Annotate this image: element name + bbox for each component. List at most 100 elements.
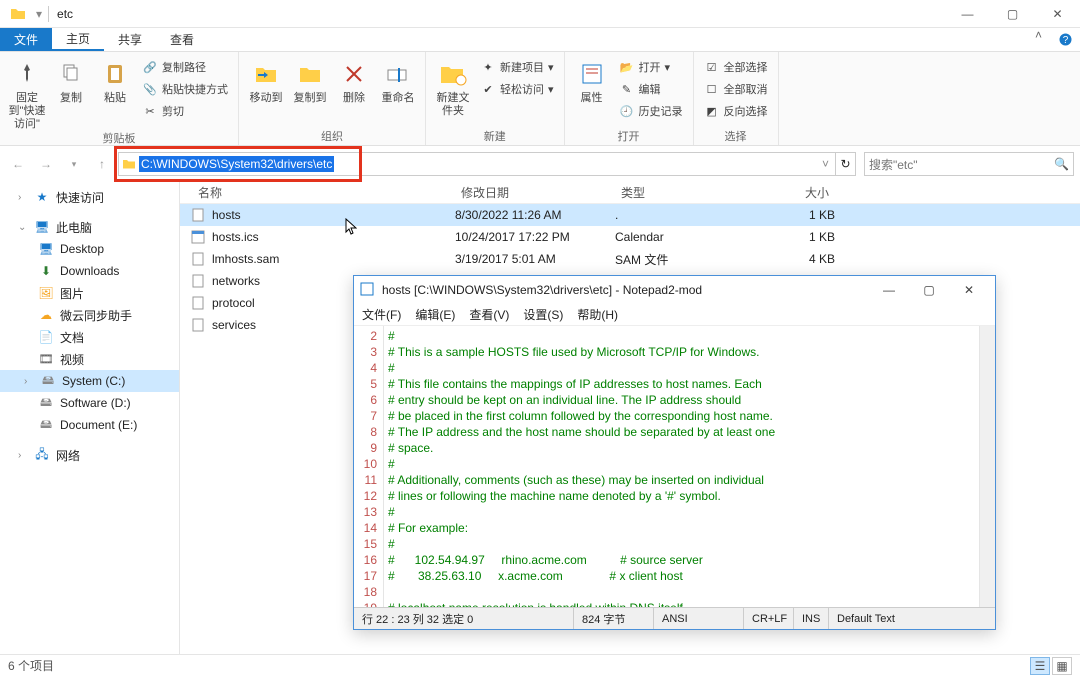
group-new-label: 新建 (432, 129, 558, 145)
up-button[interactable]: ↑ (90, 152, 114, 176)
np-menu-settings[interactable]: 设置(S) (523, 306, 563, 323)
np-close-button[interactable]: ✕ (949, 276, 989, 304)
cloud-icon: ☁ (38, 307, 54, 323)
help-button[interactable]: ? (1050, 28, 1080, 51)
np-maximize-button[interactable]: ▢ (909, 276, 949, 304)
share-tab[interactable]: 共享 (104, 28, 156, 51)
edit-button[interactable]: ✎编辑 (615, 78, 687, 100)
file-icon (190, 251, 206, 267)
notepad-statusbar: 行 22 : 23 列 32 选定 0 824 字节 ANSI CR+LF IN… (354, 607, 995, 629)
notepad-editor[interactable]: 2345678910111213141516171819202122 ## Th… (354, 326, 995, 607)
np-minimize-button[interactable]: — (869, 276, 909, 304)
address-dropdown-icon[interactable]: ˅ (816, 157, 835, 171)
select-none-button[interactable]: ☐全部取消 (700, 78, 772, 100)
file-type: . (615, 208, 755, 222)
expand-icon[interactable]: › (18, 450, 28, 461)
scrollbar[interactable] (979, 326, 995, 607)
delete-button[interactable]: 删除 (333, 54, 375, 105)
ribbon-collapse-icon[interactable]: ˄ (1027, 28, 1050, 51)
paste-shortcut-button[interactable]: 📎粘贴快捷方式 (138, 78, 232, 100)
sidebar-drive-e[interactable]: 🖴Document (E:) (0, 414, 179, 436)
expand-icon[interactable]: ⌄ (18, 222, 28, 233)
view-details-button[interactable]: ☰ (1030, 657, 1050, 675)
col-type[interactable]: 类型 (615, 184, 755, 201)
sidebar-weiyun[interactable]: ☁微云同步助手 (0, 304, 179, 326)
sidebar-pictures[interactable]: 🖼图片 (0, 282, 179, 304)
file-row[interactable]: lmhosts.sam3/19/2017 5:01 AMSAM 文件4 KB (180, 248, 1080, 270)
group-open-label: 打开 (571, 129, 687, 145)
select-all-button[interactable]: ☑全部选择 (700, 56, 772, 78)
address-bar[interactable]: C:\WINDOWS\System32\drivers\etc ˅ (118, 152, 836, 176)
expand-icon[interactable]: › (18, 192, 28, 203)
easy-access-button[interactable]: ✔轻松访问 ▾ (476, 78, 558, 100)
file-name: protocol (212, 296, 255, 310)
copy-to-button[interactable]: 复制到 (289, 54, 331, 105)
cut-icon: ✂ (142, 103, 158, 119)
edit-icon: ✎ (619, 81, 635, 97)
col-size[interactable]: 大小 (755, 184, 835, 201)
sidebar-network[interactable]: ›🖧网络 (0, 444, 179, 466)
refresh-button[interactable]: ↻ (836, 152, 856, 176)
qat-dropdown-icon[interactable]: ▾ (36, 7, 42, 21)
notepad-menubar: 文件(F) 编辑(E) 查看(V) 设置(S) 帮助(H) (354, 304, 995, 326)
open-button[interactable]: 📂打开 ▾ (615, 56, 687, 78)
new-item-button[interactable]: ✦新建项目 ▾ (476, 56, 558, 78)
invert-selection-button[interactable]: ◩反向选择 (700, 100, 772, 122)
properties-button[interactable]: 属性 (571, 54, 613, 105)
file-size: 1 KB (755, 230, 835, 244)
expand-icon[interactable]: › (24, 376, 34, 387)
np-menu-file[interactable]: 文件(F) (362, 306, 401, 323)
maximize-button[interactable]: ▢ (990, 0, 1035, 28)
column-headers[interactable]: 名称 修改日期 类型 大小 (180, 182, 1080, 204)
downloads-icon: ⬇ (38, 263, 54, 279)
sidebar-quick-access[interactable]: ›★快速访问 (0, 186, 179, 208)
sidebar-downloads[interactable]: ⬇Downloads (0, 260, 179, 282)
sidebar-desktop[interactable]: 🖥Desktop (0, 238, 179, 260)
status-text: 6 个项目 (8, 657, 54, 674)
search-icon: 🔍 (1054, 157, 1069, 171)
file-row[interactable]: hosts8/30/2022 11:26 AM.1 KB (180, 204, 1080, 226)
code-area[interactable]: ## This is a sample HOSTS file used by M… (384, 326, 979, 607)
np-status-pos: 行 22 : 23 列 32 选定 0 (354, 608, 574, 629)
address-path[interactable]: C:\WINDOWS\System32\drivers\etc (139, 156, 334, 172)
sidebar-this-pc[interactable]: ⌄🖥此电脑 (0, 216, 179, 238)
view-icons-button[interactable]: ▦ (1052, 657, 1072, 675)
np-menu-view[interactable]: 查看(V) (469, 306, 509, 323)
minimize-button[interactable]: — (945, 0, 990, 28)
new-folder-button[interactable]: 新建文件夹 (432, 54, 474, 118)
file-row[interactable]: hosts.ics10/24/2017 17:22 PMCalendar1 KB (180, 226, 1080, 248)
cut-button[interactable]: ✂剪切 (138, 100, 232, 122)
home-tab[interactable]: 主页 (52, 28, 104, 51)
notepad-window[interactable]: hosts [C:\WINDOWS\System32\drivers\etc] … (353, 275, 996, 630)
rename-button[interactable]: 重命名 (377, 54, 419, 105)
copy-button[interactable]: 复制 (50, 54, 92, 105)
copy-path-button[interactable]: 🔗复制路径 (138, 56, 232, 78)
col-name[interactable]: 名称 (180, 184, 455, 201)
recent-dropdown-icon[interactable]: ▾ (62, 152, 86, 176)
sidebar-drive-c[interactable]: ›🖴System (C:) (0, 370, 179, 392)
np-menu-edit[interactable]: 编辑(E) (415, 306, 455, 323)
notepad-titlebar[interactable]: hosts [C:\WINDOWS\System32\drivers\etc] … (354, 276, 995, 304)
ribbon: 固定到"快速访问" 复制 粘贴 🔗复制路径 📎粘贴快捷方式 ✂剪切 剪贴板 移动… (0, 52, 1080, 146)
file-date: 10/24/2017 17:22 PM (455, 230, 615, 244)
file-size: 1 KB (755, 208, 835, 222)
forward-button[interactable]: → (34, 152, 58, 176)
col-date[interactable]: 修改日期 (455, 184, 615, 201)
np-menu-help[interactable]: 帮助(H) (577, 306, 618, 323)
move-to-button[interactable]: 移动到 (245, 54, 287, 105)
sidebar-videos[interactable]: 🎞视频 (0, 348, 179, 370)
back-button[interactable]: ← (6, 152, 30, 176)
file-icon (190, 317, 206, 333)
search-box[interactable]: 搜索"etc" 🔍 (864, 152, 1074, 176)
rename-icon (382, 58, 414, 90)
close-button[interactable]: ✕ (1035, 0, 1080, 28)
sidebar-drive-d[interactable]: 🖴Software (D:) (0, 392, 179, 414)
sidebar-documents[interactable]: 📄文档 (0, 326, 179, 348)
folder-icon (10, 6, 26, 22)
paste-button[interactable]: 粘贴 (94, 54, 136, 105)
history-button[interactable]: 🕘历史记录 (615, 100, 687, 122)
drive-icon: 🖴 (38, 417, 54, 433)
pin-quick-access-button[interactable]: 固定到"快速访问" (6, 54, 48, 131)
view-tab[interactable]: 查看 (156, 28, 208, 51)
file-tab[interactable]: 文件 (0, 28, 52, 51)
